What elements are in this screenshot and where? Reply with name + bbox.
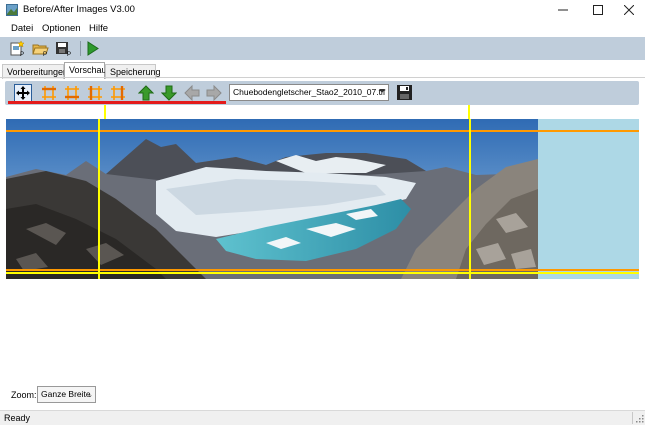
arrow-left-icon	[184, 85, 200, 101]
arrow-right-icon	[206, 85, 222, 101]
guide-line-top-extension	[104, 105, 106, 119]
crop-top-button[interactable]	[40, 84, 58, 102]
zoom-select[interactable]: Ganze Breite ⌄	[37, 386, 96, 403]
image-file-select[interactable]: Chuebodengletscher_Stao2_2010_07.tif	[229, 84, 389, 101]
main-toolbar: P P P	[0, 37, 645, 60]
play-icon	[87, 41, 99, 56]
status-bar: Ready	[0, 410, 645, 425]
new-project-button[interactable]: P	[9, 40, 26, 57]
crop-right-button[interactable]	[109, 84, 127, 102]
zoom-value: Ganze Breite	[41, 389, 91, 399]
move-right-button[interactable]	[205, 84, 223, 102]
chevron-down-icon	[379, 89, 385, 93]
guide-overlay-extension	[538, 130, 639, 274]
guide-line-top-extension-right	[468, 105, 470, 119]
move-down-button[interactable]	[160, 84, 178, 102]
arrow-up-icon	[138, 85, 154, 101]
maximize-button[interactable]	[581, 0, 615, 20]
crop-left-icon	[88, 86, 102, 100]
status-text: Ready	[4, 413, 31, 423]
arrow-down-icon	[161, 85, 177, 101]
resize-grip-icon[interactable]	[635, 414, 644, 423]
image-file-value: Chuebodengletscher_Stao2_2010_07.tif	[233, 87, 386, 97]
run-button[interactable]	[84, 40, 101, 57]
maximize-icon	[593, 5, 603, 15]
move-icon	[16, 86, 30, 100]
menu-optionen[interactable]: Optionen	[42, 23, 81, 34]
window-title: Before/After Images V3.00	[23, 4, 135, 15]
save-image-icon[interactable]	[396, 84, 413, 101]
svg-text:P: P	[67, 52, 71, 57]
save-project-button[interactable]: P	[55, 40, 72, 57]
chevron-down-icon: ⌄	[87, 392, 93, 399]
save-project-icon: P	[56, 42, 71, 57]
app-logo-icon	[6, 4, 18, 16]
close-button[interactable]	[612, 0, 645, 20]
toolbar-separator	[80, 41, 81, 56]
status-separator	[632, 412, 633, 424]
crop-right-icon	[111, 86, 125, 100]
crop-bottom-icon	[65, 86, 79, 100]
open-project-icon: P	[32, 44, 49, 57]
move-up-button[interactable]	[137, 84, 155, 102]
svg-text:P: P	[20, 52, 24, 57]
active-tool-indicator	[8, 101, 226, 104]
tab-strip: Vorbereitungen Vorschau Speicherung	[0, 62, 645, 79]
menu-datei[interactable]: Datei	[11, 23, 33, 34]
minimize-button[interactable]	[546, 0, 580, 20]
tab-divider	[0, 77, 645, 78]
move-tool-button[interactable]	[14, 84, 32, 102]
close-icon	[624, 5, 634, 15]
new-project-icon: P	[10, 40, 25, 57]
crop-bottom-button[interactable]	[63, 84, 81, 102]
move-left-button[interactable]	[183, 84, 201, 102]
title-bar: Before/After Images V3.00	[0, 0, 645, 20]
menu-hilfe[interactable]: Hilfe	[89, 23, 108, 34]
zoom-label: Zoom:	[11, 390, 37, 400]
crop-top-icon	[42, 86, 56, 100]
menu-bar: Datei Optionen Hilfe	[0, 21, 645, 37]
minimize-icon	[558, 9, 568, 11]
open-project-button[interactable]: P	[32, 40, 49, 57]
svg-text:P: P	[43, 52, 47, 57]
crop-left-button[interactable]	[86, 84, 104, 102]
panorama-image[interactable]	[6, 119, 538, 279]
